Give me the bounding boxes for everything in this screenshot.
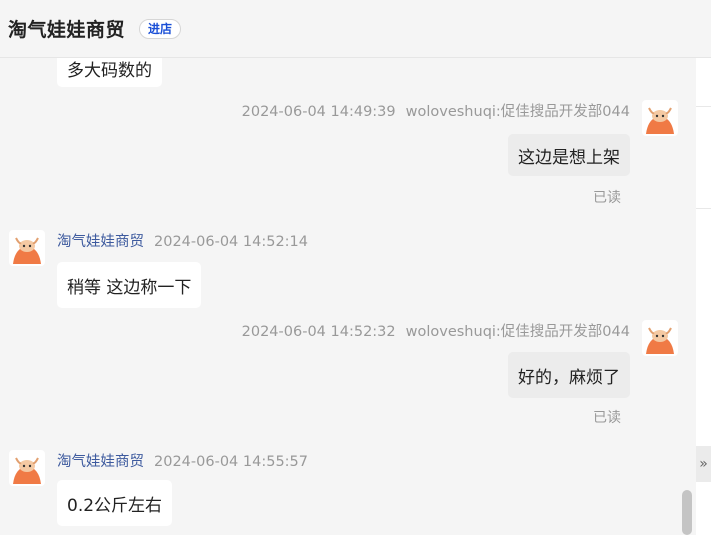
message-meta: 2024-06-04 14:52:32 woloveshuqi:促佳搜品开发部04…: [242, 320, 630, 341]
sender-name: woloveshuqi:促佳搜品开发部044: [405, 104, 630, 120]
divider: [696, 208, 711, 209]
sender-name: woloveshuqi:促佳搜品开发部044: [405, 324, 630, 340]
sender-name[interactable]: 淘气娃娃商贸: [57, 234, 144, 250]
avatar-icon: [13, 237, 41, 264]
shop-name: 淘气娃娃商贸: [8, 19, 126, 41]
shop-avatar[interactable]: [9, 450, 45, 486]
message-text: 好的，麻烦了: [518, 367, 620, 388]
message-meta: 淘气娃娃商贸 2024-06-04 14:52:14: [57, 230, 308, 251]
outgoing-message-bubble: 这边是想上架: [508, 134, 630, 176]
message-meta: 2024-06-04 14:49:39 woloveshuqi:促佳搜品开发部04…: [242, 100, 630, 121]
message-text: 稍等 这边称一下: [67, 277, 192, 298]
incoming-message-bubble: 多大码数的: [57, 58, 162, 87]
message-meta: 淘气娃娃商贸 2024-06-04 14:55:57: [57, 450, 308, 471]
my-avatar[interactable]: [642, 320, 678, 356]
chat-header: 淘气娃娃商贸 进店: [0, 0, 711, 58]
scrollbar-thumb[interactable]: [682, 490, 692, 535]
message-text: 0.2公斤左右: [67, 495, 163, 516]
avatar-icon: [13, 457, 41, 484]
message-time: 2024-06-04 14:52:14: [154, 234, 308, 250]
incoming-message-bubble: 0.2公斤左右: [57, 480, 173, 526]
outgoing-message-bubble: 好的，麻烦了: [508, 352, 630, 398]
avatar-icon: [646, 107, 674, 134]
read-status: 已读: [593, 410, 621, 426]
message-time: 2024-06-04 14:49:39: [241, 104, 396, 120]
divider: [696, 106, 711, 107]
message-time: 2024-06-04 14:55:57: [154, 454, 308, 470]
shop-avatar[interactable]: [9, 230, 45, 266]
sender-name[interactable]: 淘气娃娃商贸: [57, 454, 144, 470]
incoming-message-bubble: 稍等 这边称一下: [57, 262, 202, 308]
avatar-icon: [646, 327, 674, 354]
read-status: 已读: [593, 190, 621, 206]
my-avatar[interactable]: [642, 100, 678, 136]
message-text: 这边是想上架: [518, 147, 620, 168]
enter-shop-button[interactable]: 进店: [139, 18, 182, 39]
message-text: 多大码数的: [67, 60, 152, 81]
message-list[interactable]: 多大码数的 2024-06-04 14:49:39 woloveshuqi:促佳搜…: [0, 58, 696, 535]
collapse-panel-icon[interactable]: »: [696, 446, 711, 482]
message-time: 2024-06-04 14:52:32: [241, 324, 396, 340]
